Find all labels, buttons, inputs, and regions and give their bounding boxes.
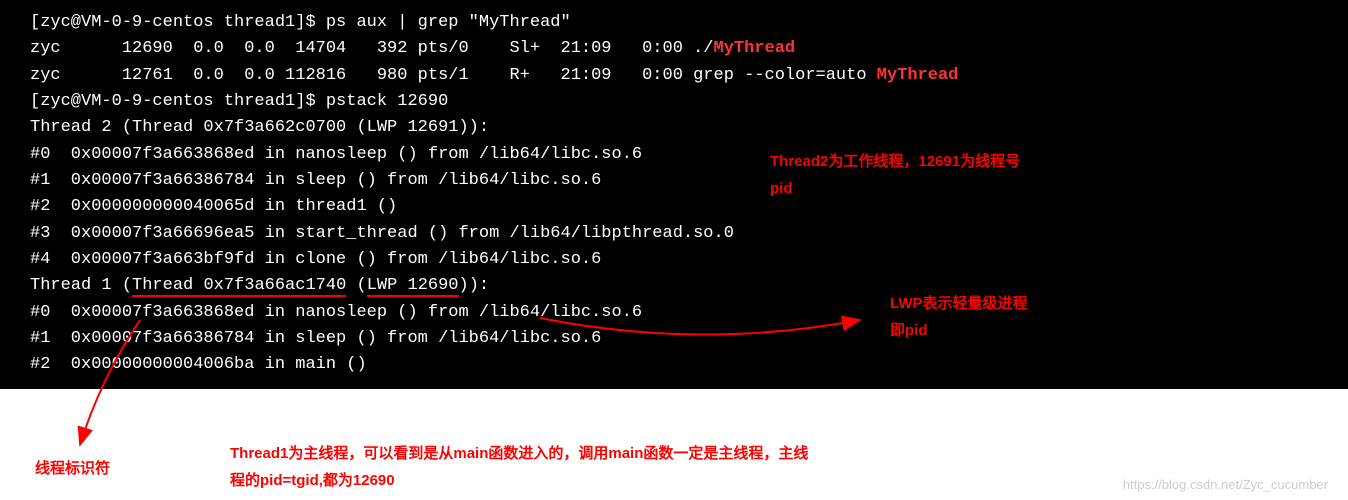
stack-frame: #3 0x00007f3a66696ea5 in start_thread ()… [30, 224, 734, 243]
annotation-thread-id-label: 线程标识符 [35, 455, 110, 482]
ps-row-1: zyc 12690 0.0 0.0 14704 392 pts/0 Sl+ 21… [30, 39, 714, 58]
underline-thread-addr: Thread 0x7f3a66ac1740 [132, 276, 346, 297]
stack-frame: #0 0x00007f3a663868ed in nanosleep () fr… [30, 145, 642, 164]
annotation-lwp: LWP表示轻量级进程 即pid [890, 290, 1028, 344]
match-hl: MyThread [877, 66, 959, 85]
match-hl: MyThread [714, 39, 796, 58]
stack-frame: #2 0x00000000004006ba in main () [30, 355, 367, 374]
annotation-thread2: Thread2为工作线程，12691为线程号 pid [770, 148, 1020, 202]
stack-frame: #4 0x00007f3a663bf9fd in clone () from /… [30, 250, 601, 269]
ps-row-2: zyc 12761 0.0 0.0 112816 980 pts/1 R+ 21… [30, 66, 877, 85]
stack-frame: #1 0x00007f3a66386784 in sleep () from /… [30, 329, 601, 348]
stack-frame: #1 0x00007f3a66386784 in sleep () from /… [30, 171, 601, 190]
command-ps: ps aux | grep "MyThread" [326, 13, 571, 32]
thread-header: Thread 2 (Thread 0x7f3a662c0700 (LWP 126… [30, 118, 489, 137]
underline-lwp: LWP 12690 [367, 276, 459, 297]
stack-frame: #0 0x00007f3a663868ed in nanosleep () fr… [30, 303, 642, 322]
prompt: [zyc@VM-0-9-centos thread1]$ [30, 13, 326, 32]
annotation-thread1: Thread1为主线程，可以看到是从main函数进入的，调用main函数一定是主… [230, 440, 930, 494]
thread-header: Thread 1 (Thread 0x7f3a66ac1740 (LWP 126… [30, 276, 489, 297]
watermark: https://blog.csdn.net/Zyc_cucumber [1123, 477, 1328, 492]
stack-frame: #2 0x000000000040065d in thread1 () [30, 197, 397, 216]
command-pstack: pstack 12690 [326, 92, 448, 111]
terminal-output: [zyc@VM-0-9-centos thread1]$ ps aux | gr… [0, 0, 1348, 389]
prompt: [zyc@VM-0-9-centos thread1]$ [30, 92, 326, 111]
